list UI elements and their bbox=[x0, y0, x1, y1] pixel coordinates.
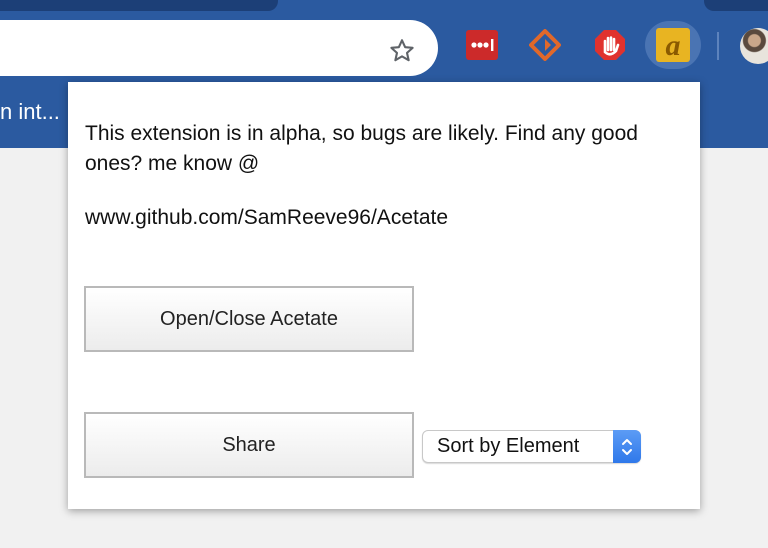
lastpass-icon[interactable] bbox=[465, 28, 499, 62]
browser-tab[interactable] bbox=[704, 0, 768, 11]
extension-popup: This extension is in alpha, so bugs are … bbox=[68, 82, 700, 509]
adblock-icon[interactable] bbox=[593, 28, 627, 62]
share-button[interactable]: Share bbox=[84, 412, 414, 478]
open-close-button[interactable]: Open/Close Acetate bbox=[84, 286, 414, 352]
chevron-up-down-icon[interactable] bbox=[613, 430, 641, 463]
sort-select-value: Sort by Element bbox=[437, 435, 580, 457]
page-title-truncated: n int... bbox=[0, 99, 60, 124]
tab-strip bbox=[0, 0, 768, 14]
svg-text:a: a bbox=[666, 29, 681, 62]
address-bar[interactable] bbox=[0, 20, 438, 76]
profile-avatar[interactable] bbox=[740, 28, 768, 64]
diamond-extension-icon[interactable] bbox=[528, 28, 562, 62]
acetate-icon[interactable]: a bbox=[656, 28, 690, 62]
alpha-notice: This extension is in alpha, so bugs are … bbox=[85, 122, 638, 175]
repo-link[interactable]: www.github.com/SamReeve96/Acetate bbox=[85, 203, 448, 233]
sort-select[interactable]: Sort by Element bbox=[422, 430, 641, 463]
star-icon[interactable] bbox=[385, 34, 419, 68]
browser-toolbar: a bbox=[0, 14, 768, 78]
browser-tab[interactable] bbox=[0, 0, 278, 11]
toolbar-separator bbox=[717, 32, 719, 60]
